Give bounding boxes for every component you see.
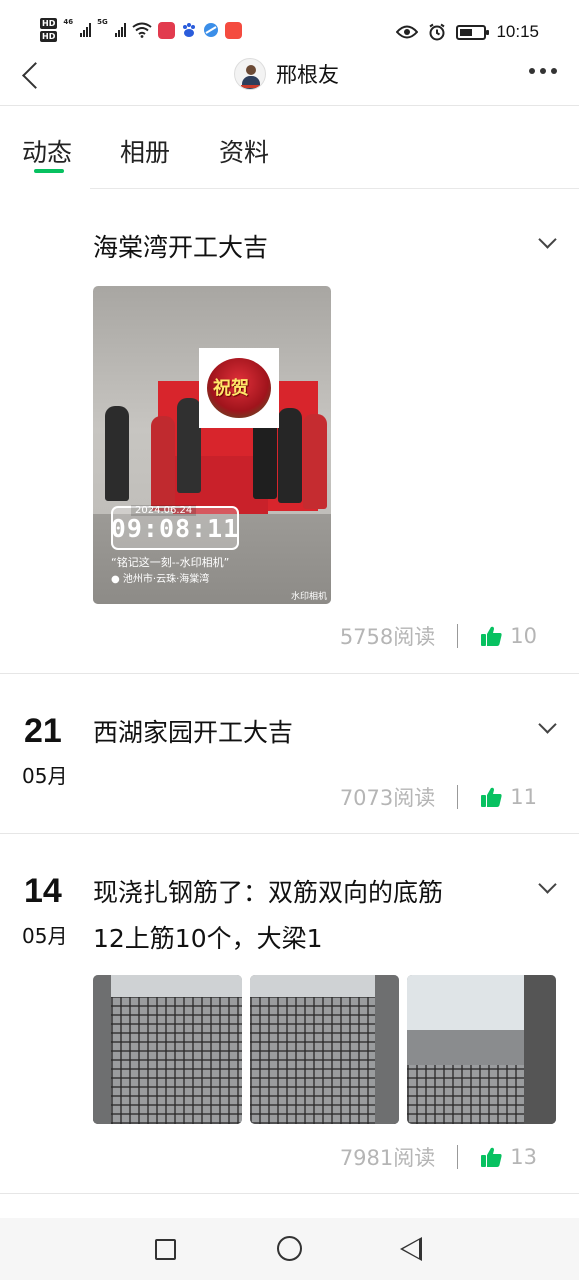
post-month: 05月: [22, 764, 68, 788]
post-photo[interactable]: 祝贺 09:08:11 2024.06.24 “铭记这一刻--水印相机” ● 池…: [93, 286, 331, 604]
network-label: 5G: [97, 18, 108, 26]
avatar[interactable]: [234, 58, 266, 90]
like-count: 10: [510, 624, 537, 648]
watermark-location: ● 池州市·云珠·海棠湾: [111, 570, 209, 585]
location-pin-icon: ●: [111, 574, 120, 585]
thumbs-up-icon[interactable]: [480, 625, 502, 647]
post-title: 海棠湾开工大吉: [93, 233, 269, 262]
post-item[interactable]: 21 05月 西湖家园开工大吉 7073阅读 11: [0, 674, 579, 834]
tab-bar: 动态 相册 资料: [0, 107, 579, 189]
network-label: 46: [63, 18, 74, 26]
post-stats: 5758阅读 10: [340, 621, 537, 651]
app-icon: [224, 21, 242, 39]
battery-icon: [456, 24, 490, 40]
title-bar: 邢根友: [0, 52, 579, 106]
post-item[interactable]: 14 05月 现浇扎钢筋了：双筋双向的底筋12上筋10个，大梁1 7981阅读 …: [0, 834, 579, 1194]
page-title: 邢根友: [276, 63, 339, 87]
active-tab-indicator: [34, 169, 64, 173]
post-day: 14: [24, 872, 62, 910]
baidu-icon: [182, 23, 195, 37]
post-stats: 7073阅读 11: [340, 782, 537, 812]
thumbs-up-icon[interactable]: [480, 786, 502, 808]
hd-badge: HD: [40, 18, 58, 29]
chevron-down-icon[interactable]: [539, 720, 555, 736]
watermark-date: 2024.06.24: [131, 505, 197, 516]
watermark-slogan: “铭记这一刻--水印相机”: [111, 556, 230, 569]
hd-badges: HD HD: [40, 18, 58, 42]
profile-page: HD HD 46 5G 10:15 邢根友 动态 相册 资料 海棠湾开工大吉 祝…: [0, 0, 579, 1280]
triangle-back-icon[interactable]: [400, 1237, 422, 1261]
post-photo[interactable]: [407, 975, 556, 1124]
post-photo[interactable]: [250, 975, 399, 1124]
post-item[interactable]: 海棠湾开工大吉 祝贺 09:08:11 2024.06.24 “铭记这一刻--水…: [0, 189, 579, 674]
chevron-down-icon[interactable]: [539, 235, 555, 251]
like-count: 13: [510, 1145, 537, 1169]
wifi-icon: [132, 22, 152, 38]
post-title: 西湖家园开工大吉: [93, 718, 294, 747]
divider: [457, 624, 459, 648]
divider: [457, 785, 459, 809]
clock-time: 10:15: [496, 22, 539, 41]
chevron-down-icon[interactable]: [539, 880, 555, 896]
profile-header: 邢根友: [234, 58, 339, 90]
read-count: 7073阅读: [339, 786, 436, 810]
read-count: 7981阅读: [339, 1146, 436, 1170]
flower-text: 祝贺: [213, 378, 249, 399]
status-left: HD HD 46 5G: [40, 18, 242, 42]
post-month: 05月: [22, 924, 68, 948]
status-bar: HD HD 46 5G 10:15: [0, 0, 579, 52]
watermark-location-text: 池州市·云珠·海棠湾: [122, 574, 210, 585]
eye-icon: [396, 25, 419, 39]
system-nav-bar: [0, 1218, 579, 1280]
congratulations-flower-image: 祝贺: [199, 348, 279, 428]
divider: [457, 1145, 459, 1169]
watermark-brand: 水印相机: [290, 592, 327, 602]
back-button[interactable]: [18, 58, 48, 88]
tab-album[interactable]: 相册: [120, 133, 170, 169]
thumbs-up-icon[interactable]: [480, 1146, 502, 1168]
post-title: 现浇扎钢筋了：双筋双向的底筋12上筋10个，大梁1: [93, 878, 444, 953]
app-icon: [157, 21, 175, 39]
tab-profile[interactable]: 资料: [219, 133, 269, 169]
tab-moments[interactable]: 动态: [22, 133, 72, 169]
post-stats: 7981阅读 13: [340, 1142, 537, 1172]
post-photo[interactable]: [93, 975, 242, 1124]
signal-icon: [80, 23, 92, 37]
post-day: 21: [24, 712, 62, 750]
status-right: 10:15: [396, 22, 539, 42]
like-count: 11: [510, 785, 537, 809]
signal-icon: [114, 23, 126, 37]
hd-badge: HD: [40, 31, 58, 42]
browser-icon: [203, 23, 218, 37]
read-count: 5758阅读: [339, 625, 436, 649]
square-icon[interactable]: [155, 1239, 176, 1260]
more-button[interactable]: [529, 68, 557, 74]
alarm-icon: [429, 23, 446, 41]
circle-icon[interactable]: [277, 1236, 302, 1261]
more-dots-icon: [529, 68, 535, 74]
